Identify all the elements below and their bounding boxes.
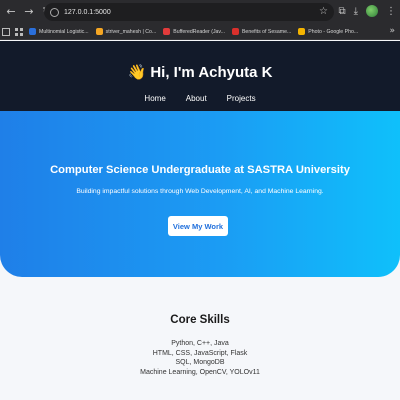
bookmark-favicon-icon bbox=[95, 28, 103, 35]
nav-home-link[interactable]: Home bbox=[144, 94, 165, 103]
profile-avatar[interactable] bbox=[366, 5, 378, 17]
bookmark-item[interactable]: Benefits of Sesame... bbox=[231, 28, 292, 35]
bookmark-favicon-icon bbox=[29, 28, 36, 35]
menu-icon[interactable]: ⋮ bbox=[386, 6, 396, 17]
bookmarks-bar: Multinomial Logistic... striver_mahesh |… bbox=[0, 24, 400, 40]
nav-about-link[interactable]: About bbox=[186, 94, 207, 103]
bookmark-star-icon[interactable]: ☆ bbox=[319, 6, 328, 17]
bookmark-favicon-icon bbox=[298, 28, 306, 35]
grid-icon[interactable] bbox=[15, 27, 23, 36]
address-bar[interactable]: 127.0.0.1:5000 ☆ bbox=[44, 3, 334, 21]
bookmark-label: Photo - Google Pho... bbox=[308, 28, 359, 35]
extensions-icon[interactable]: ⧉ bbox=[338, 6, 345, 17]
bookmark-item[interactable]: striver_mahesh | Co... bbox=[95, 28, 157, 35]
bookmark-label: Multinomial Logistic... bbox=[39, 28, 89, 35]
skills-list: Python, C++, Java HTML, CSS, JavaScript,… bbox=[0, 339, 400, 377]
forward-icon[interactable]: → bbox=[22, 5, 36, 19]
site-info-icon[interactable] bbox=[50, 7, 59, 17]
bookmark-favicon-icon bbox=[163, 28, 171, 35]
skills-heading: Core Skills bbox=[170, 314, 230, 326]
nav-projects-link[interactable]: Projects bbox=[227, 94, 256, 103]
bookmark-label: Benefits of Sesame... bbox=[241, 28, 292, 35]
site-nav: Home About Projects bbox=[0, 94, 400, 103]
back-icon[interactable]: ← bbox=[4, 5, 18, 19]
skill-item: Python, C++, Java bbox=[171, 340, 229, 347]
bookmark-label: BufferedReader (Jav... bbox=[173, 28, 225, 35]
skill-item: SQL, MongoDB bbox=[175, 359, 225, 366]
apps-icon[interactable] bbox=[2, 27, 10, 36]
hero-description: Building impactful solutions through Web… bbox=[76, 188, 324, 195]
skill-item: HTML, CSS, JavaScript, Flask bbox=[152, 349, 248, 357]
download-icon[interactable]: ⤓ bbox=[354, 6, 358, 17]
bookmark-item[interactable]: Multinomial Logistic... bbox=[29, 28, 89, 35]
view-my-work-button[interactable]: View My Work bbox=[168, 216, 228, 236]
browser-toolbar: ← → ↻ 127.0.0.1:5000 ☆ ⧉ ⤓ ⋮ bbox=[0, 0, 400, 24]
hero-subtitle: Computer Science Undergraduate at SASTRA… bbox=[50, 164, 350, 176]
chevron-right-icon[interactable]: » bbox=[389, 26, 395, 36]
bookmark-label: striver_mahesh | Co... bbox=[105, 28, 157, 35]
bookmark-item[interactable]: BufferedReader (Jav... bbox=[163, 28, 225, 35]
bookmark-favicon-icon bbox=[231, 28, 239, 35]
url-text: 127.0.0.1:5000 bbox=[64, 8, 111, 16]
page-title: 👋 Hi, I'm Achyuta K bbox=[127, 64, 273, 81]
bookmark-item[interactable]: Photo - Google Pho... bbox=[298, 28, 358, 35]
skill-item: Machine Learning, OpenCV, YOLOv11 bbox=[140, 368, 260, 376]
